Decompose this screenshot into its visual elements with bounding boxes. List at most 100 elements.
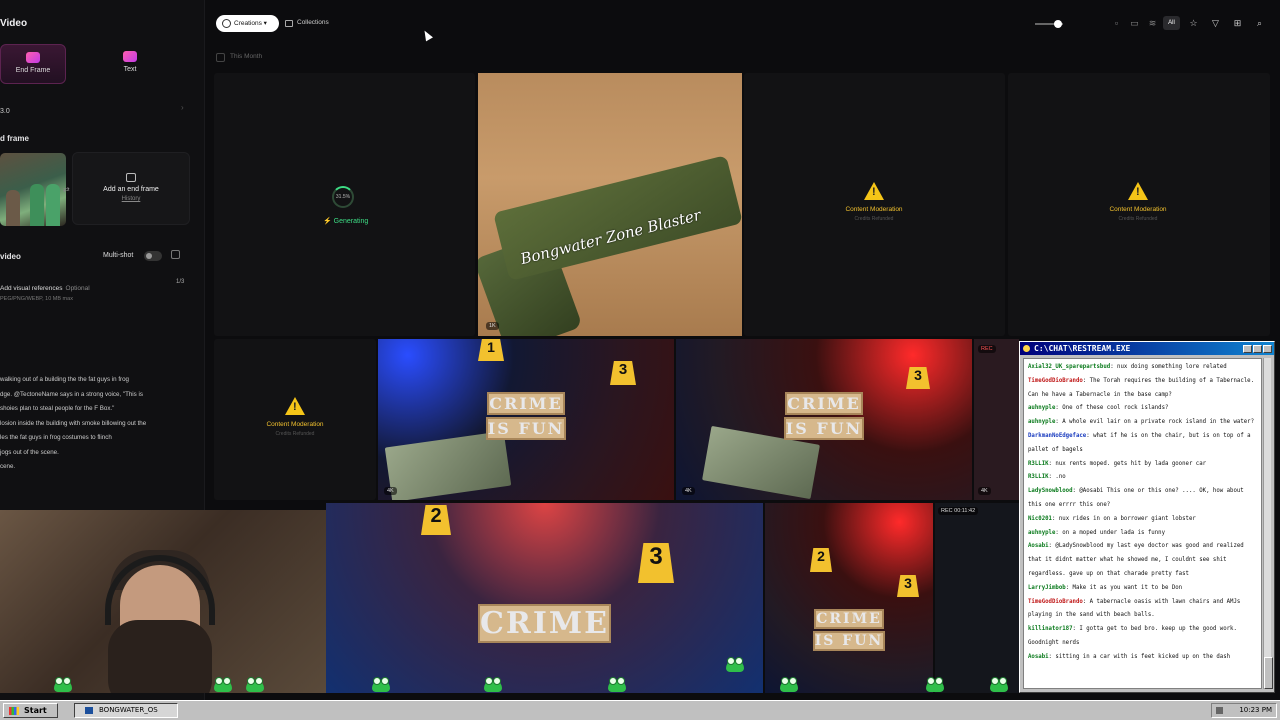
- blocks-line-1: CRIME: [676, 391, 972, 416]
- block-word: IS FUN: [783, 417, 865, 440]
- evidence-marker: 3: [610, 361, 636, 385]
- prompt-text[interactable]: walking out of a building the the fat gu…: [0, 375, 190, 477]
- chat-username[interactable]: killinator187: [1028, 626, 1073, 632]
- creations-dropdown[interactable]: Creations ▾: [216, 15, 279, 32]
- all-filter-button[interactable]: All: [1163, 16, 1180, 30]
- speaker-icon: [1216, 707, 1223, 714]
- chat-message: Aosabi: sitting in a car with is feet ki…: [1028, 653, 1231, 660]
- chat-username[interactable]: DarkmanNoEdgeface: [1028, 433, 1086, 439]
- zoom-slider[interactable]: [1035, 20, 1063, 28]
- visual-references[interactable]: Add visual references Optional: [0, 285, 90, 292]
- crime-scene-card[interactable]: 3 CRIME IS FUN 4K: [676, 339, 972, 500]
- prompt-line: shoies plan to steal people for the F Bo…: [0, 405, 115, 412]
- search-icon[interactable]: ⌕: [1254, 18, 1265, 29]
- chat-titlebar[interactable]: C:\CHAT\RESTREAM.EXE: [1020, 342, 1274, 355]
- this-month-checkbox[interactable]: [216, 53, 225, 62]
- audio-filter-icon[interactable]: ≋: [1147, 18, 1158, 29]
- chat-username[interactable]: Nic0201: [1028, 516, 1052, 522]
- model-select[interactable]: 3.0: [0, 108, 10, 115]
- crime-scene-closeup-card[interactable]: 2 3 CRIME: [326, 503, 763, 693]
- chat-window: C:\CHAT\RESTREAM.EXE Axial32_UK_sparepar…: [1019, 341, 1275, 693]
- chat-username[interactable]: TimeGodDioBrando: [1028, 599, 1083, 605]
- history-link[interactable]: History: [73, 196, 189, 202]
- webcam-overlay: [0, 510, 326, 693]
- maximize-icon[interactable]: [1253, 345, 1262, 353]
- chat-messages[interactable]: Axial32_UK_sparepartsbud: nux doing some…: [1023, 358, 1262, 689]
- warning-icon: [864, 182, 884, 200]
- creations-label: Creations: [234, 20, 262, 27]
- evidence-marker: 3: [638, 543, 674, 583]
- chat-message: TimeGodDioBrando: The Torah requires the…: [1028, 377, 1255, 398]
- chat-username[interactable]: R3LLIK: [1028, 474, 1049, 480]
- close-icon[interactable]: [1263, 345, 1272, 353]
- rec-timer: REC 00:11:42: [938, 507, 979, 515]
- resolution-badge: 4K: [978, 487, 991, 495]
- star-icon[interactable]: ☆: [1188, 18, 1199, 29]
- figure-shape: [30, 184, 44, 226]
- tab-end-frame[interactable]: End Frame: [0, 44, 66, 84]
- image-add-icon: [126, 173, 136, 182]
- taskbar: Start BONGWATER_OS 10:23 PM: [0, 700, 1280, 720]
- chat-scrollbar[interactable]: [1263, 358, 1273, 689]
- chat-username[interactable]: Aosabi: [1028, 654, 1049, 660]
- gun-image-card[interactable]: Bongwater Zone Blaster 1K: [478, 73, 742, 336]
- chat-username[interactable]: Axial32_UK_sparepartsbud: [1028, 364, 1110, 370]
- chat-message: Nic0201: nux rides in on a borrower gian…: [1028, 515, 1196, 522]
- warning-icon: [285, 397, 305, 415]
- crime-scene-card[interactable]: 3 1 CRIME IS FUN 4K: [378, 339, 674, 500]
- chat-username[interactable]: R3LLIK: [1028, 461, 1049, 467]
- chat-title: C:\CHAT\RESTREAM.EXE: [1034, 344, 1131, 353]
- grid-view-icon[interactable]: ⊞: [1232, 18, 1243, 29]
- crime-scene-card[interactable]: 2 3 CRIME IS FUN: [765, 503, 933, 693]
- video-filter-icon[interactable]: ▭: [1129, 18, 1140, 29]
- prompt-line: jogs out of the scene.: [0, 448, 59, 456]
- crime-scene-card-partial[interactable]: REC 00:11:42: [935, 503, 1019, 693]
- generating-label: ⚡ Generating: [323, 218, 369, 225]
- multishot-settings-icon[interactable]: [171, 250, 180, 259]
- resolution-badge: 1K: [486, 322, 499, 330]
- app-icon: [1023, 345, 1030, 352]
- add-end-frame-label: Add an end frame: [103, 186, 159, 193]
- resolution-badge: 4K: [384, 487, 397, 495]
- frog-emote: [780, 677, 798, 692]
- block-word: CRIME: [785, 392, 863, 415]
- start-frame-thumbnail[interactable]: [0, 153, 66, 226]
- chevron-right-icon[interactable]: ›: [181, 103, 184, 112]
- filter-icon[interactable]: ▽: [1210, 18, 1221, 29]
- prompt-line: cene.: [0, 463, 16, 470]
- multishot-label: Multi-shot: [103, 252, 134, 259]
- slider-knob[interactable]: [1054, 20, 1062, 28]
- prompt-line: walking out of a building the the fat gu…: [0, 376, 129, 383]
- warning-icon: [1128, 182, 1148, 200]
- image-filter-icon[interactable]: ▫: [1111, 18, 1122, 29]
- chat-username[interactable]: LadySnowblood: [1028, 488, 1073, 494]
- block-word: IS FUN: [485, 417, 567, 440]
- chat-text: nux doing something lore related: [1117, 364, 1227, 370]
- chat-username[interactable]: auhnyple: [1028, 405, 1055, 411]
- chat-username[interactable]: LarryJimbob: [1028, 585, 1066, 591]
- generating-text: Generating: [333, 218, 369, 225]
- start-button[interactable]: Start: [3, 703, 58, 718]
- prompt-line: dge. @TectoneName says in a strong voice…: [0, 390, 143, 398]
- evidence-marker: 3: [897, 575, 919, 597]
- crime-scene-card-partial[interactable]: REC 4K: [974, 339, 1019, 500]
- chat-username[interactable]: Aosabi: [1028, 543, 1049, 549]
- tab-text[interactable]: Text: [97, 44, 163, 84]
- reference-count: 1/3: [176, 279, 185, 285]
- evidence-marker: 1: [478, 339, 504, 361]
- this-month-filter[interactable]: This Month: [216, 53, 262, 62]
- minimize-icon[interactable]: [1243, 345, 1252, 353]
- file-format-hint: PEG/PNG/WEBP, 10 MB max: [0, 296, 73, 302]
- add-end-frame-button[interactable]: Add an end frame History: [72, 152, 190, 225]
- chat-text: sitting in a car with is feet kicked up …: [1055, 653, 1231, 660]
- chat-username[interactable]: TimeGodDioBrando: [1028, 378, 1083, 384]
- evidence-marker: 2: [421, 505, 451, 535]
- multishot-toggle[interactable]: [144, 251, 162, 261]
- chat-username[interactable]: auhnyple: [1028, 419, 1055, 425]
- window-icon: [85, 707, 93, 714]
- swap-icon[interactable]: ⇄: [63, 185, 70, 194]
- collections-button[interactable]: Collections: [285, 19, 329, 27]
- window-controls: [1242, 344, 1272, 357]
- chat-username[interactable]: auhnyple: [1028, 530, 1055, 536]
- taskbar-task[interactable]: BONGWATER_OS: [74, 703, 178, 718]
